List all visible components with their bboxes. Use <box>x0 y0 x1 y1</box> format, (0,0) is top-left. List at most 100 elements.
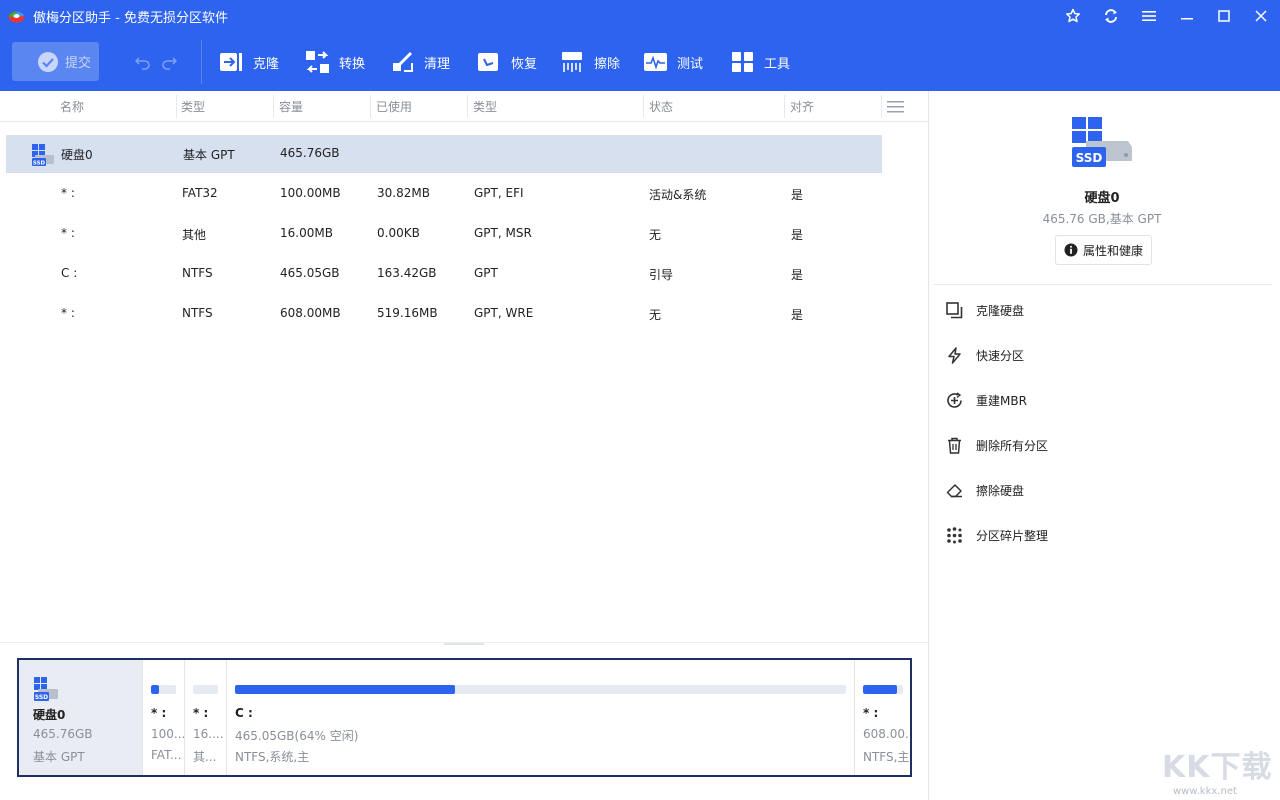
partition-align: 是 <box>791 308 804 322</box>
wipe-icon <box>562 52 582 72</box>
toolbar-tools-button[interactable]: 工具 <box>731 49 790 75</box>
partition-row[interactable]: * : FAT32 100.00MB 30.82MB GPT, EFI 活动&系… <box>6 175 882 213</box>
toolbar-recover-button[interactable]: 恢复 <box>478 49 537 75</box>
op-delete-all-partitions[interactable]: 删除所有分区 <box>946 432 1048 458</box>
column-separator[interactable] <box>370 95 371 118</box>
refresh-button[interactable] <box>1098 4 1124 28</box>
recover-icon <box>478 53 498 71</box>
toolbar-clone-button[interactable]: 克隆 <box>220 49 279 75</box>
op-defrag[interactable]: 分区碎片整理 <box>946 522 1048 548</box>
undo-icon[interactable] <box>133 52 153 72</box>
partition-size: 465.05GB(64% 空闲) <box>235 729 359 743</box>
disk-detail-pane: SSD 硬盘0 465.76 GB,基本 GPT 属性和健康 克隆硬盘 快速分区… <box>930 91 1280 800</box>
column-align[interactable]: 对齐 <box>790 98 814 115</box>
disk-map-disk-name: 硬盘0 <box>33 708 66 722</box>
partition-fs: FAT... <box>151 748 182 762</box>
disk-type: 基本 GPT <box>183 148 235 162</box>
column-partition-type[interactable]: 类型 <box>473 98 497 115</box>
maximize-icon <box>1218 10 1230 22</box>
close-button[interactable] <box>1248 4 1274 28</box>
minimize-button[interactable] <box>1174 4 1200 28</box>
partition-status: 引导 <box>649 268 674 282</box>
op-rebuild-mbr[interactable]: 重建MBR <box>946 387 1027 413</box>
partition-type: GPT, EFI <box>474 186 524 200</box>
column-status[interactable]: 状态 <box>649 98 673 115</box>
app-logo-icon <box>8 11 25 23</box>
partition-used: 163.42GB <box>377 266 437 280</box>
op-quick-partition[interactable]: 快速分区 <box>946 342 1024 368</box>
toolbar-convert-button[interactable]: 转换 <box>306 49 365 75</box>
column-separator[interactable] <box>467 95 468 118</box>
redo-icon[interactable] <box>159 52 179 72</box>
disk-map-partition-c[interactable]: C : 465.05GB(64% 空闲) NTFS,系统,主 <box>226 660 854 775</box>
column-fs-type[interactable]: 类型 <box>181 98 205 115</box>
partition-align: 是 <box>791 228 804 242</box>
svg-text:SSD: SSD <box>33 161 46 167</box>
watermark-logo: KK下载 <box>1162 750 1273 785</box>
hamburger-menu-icon <box>1142 11 1156 21</box>
partition-fs: 其他 <box>182 228 207 242</box>
partition-fs: FAT32 <box>182 186 218 200</box>
disk-map-disk-type: 基本 GPT <box>33 750 85 764</box>
op-label: 快速分区 <box>976 348 1025 363</box>
submit-button[interactable]: 提交 <box>12 42 99 81</box>
column-separator[interactable] <box>881 95 882 118</box>
disk-row[interactable]: SSD 硬盘0 基本 GPT 465.76GB <box>6 135 882 173</box>
op-wipe-disk[interactable]: 擦除硬盘 <box>946 477 1024 503</box>
op-clone-disk[interactable]: 克隆硬盘 <box>946 297 1024 323</box>
usage-bar-fill <box>235 685 455 694</box>
column-used[interactable]: 已使用 <box>376 98 412 115</box>
column-separator[interactable] <box>643 95 644 118</box>
resize-handle[interactable] <box>444 643 484 645</box>
maximize-button[interactable] <box>1211 4 1237 28</box>
menu-button[interactable] <box>1136 4 1162 28</box>
partition-row[interactable]: * : NTFS 608.00MB 519.16MB GPT, WRE 无 是 <box>6 295 882 333</box>
clone-disk-icon <box>946 301 963 318</box>
partition-fs: 其... <box>193 750 217 764</box>
disk-map-partition[interactable]: * : 16.... 其... <box>184 660 226 775</box>
column-separator[interactable] <box>176 95 177 118</box>
detail-divider <box>934 284 1272 285</box>
disk-capacity: 465.76GB <box>280 146 340 160</box>
svg-text:SSD: SSD <box>35 694 48 701</box>
column-settings-icon[interactable] <box>887 100 905 114</box>
disk-map-disk[interactable]: SSD 硬盘0 465.76GB 基本 GPT <box>19 660 142 775</box>
partition-row[interactable]: * : 其他 16.00MB 0.00KB GPT, MSR 无 是 <box>6 215 882 253</box>
partition-list-pane: 名称 类型 容量 已使用 类型 状态 对齐 SSD 硬盘0 基本 GPT 465… <box>0 91 929 800</box>
toolbar: 提交 克隆 转换 清理 恢复 擦除 测试 工具 <box>0 32 1280 91</box>
submit-label: 提交 <box>65 56 92 71</box>
partition-size: 100... <box>151 727 184 741</box>
info-icon <box>1064 243 1078 257</box>
partition-type: GPT <box>474 266 498 280</box>
partition-name: C : <box>61 266 78 280</box>
ssd-disk-icon: SSD <box>34 677 58 701</box>
svg-text:SSD: SSD <box>1076 151 1103 165</box>
favorite-button[interactable] <box>1060 4 1086 28</box>
toolbar-wipe-button[interactable]: 擦除 <box>561 49 620 75</box>
column-capacity[interactable]: 容量 <box>279 98 303 115</box>
partition-row[interactable]: C : NTFS 465.05GB 163.42GB GPT 引导 是 <box>6 255 882 293</box>
disk-map-partition[interactable]: * : 608.00... NTFS,主 <box>854 660 910 775</box>
partition-status: 无 <box>649 308 662 322</box>
partition-label: * : <box>193 706 209 720</box>
convert-icon <box>306 51 329 73</box>
disk-map-partition[interactable]: * : 100... FAT... <box>142 660 184 775</box>
op-label: 分区碎片整理 <box>976 528 1049 543</box>
toolbar-clone-label: 克隆 <box>253 56 280 72</box>
column-name[interactable]: 名称 <box>60 98 84 115</box>
test-icon <box>644 53 667 71</box>
properties-health-button[interactable]: 属性和健康 <box>1055 235 1152 265</box>
toolbar-test-label: 测试 <box>677 56 704 72</box>
column-separator[interactable] <box>784 95 785 118</box>
toolbar-test-button[interactable]: 测试 <box>644 49 703 75</box>
op-label: 擦除硬盘 <box>976 483 1025 498</box>
partition-used: 519.16MB <box>377 306 438 320</box>
usage-bar <box>193 685 218 694</box>
defrag-icon <box>947 526 962 543</box>
partition-name: * : <box>61 186 75 200</box>
toolbar-clean-button[interactable]: 清理 <box>391 49 450 75</box>
toolbar-wipe-label: 擦除 <box>594 56 621 72</box>
column-separator[interactable] <box>273 95 274 118</box>
op-label: 克隆硬盘 <box>976 303 1025 318</box>
usage-bar <box>863 685 903 694</box>
